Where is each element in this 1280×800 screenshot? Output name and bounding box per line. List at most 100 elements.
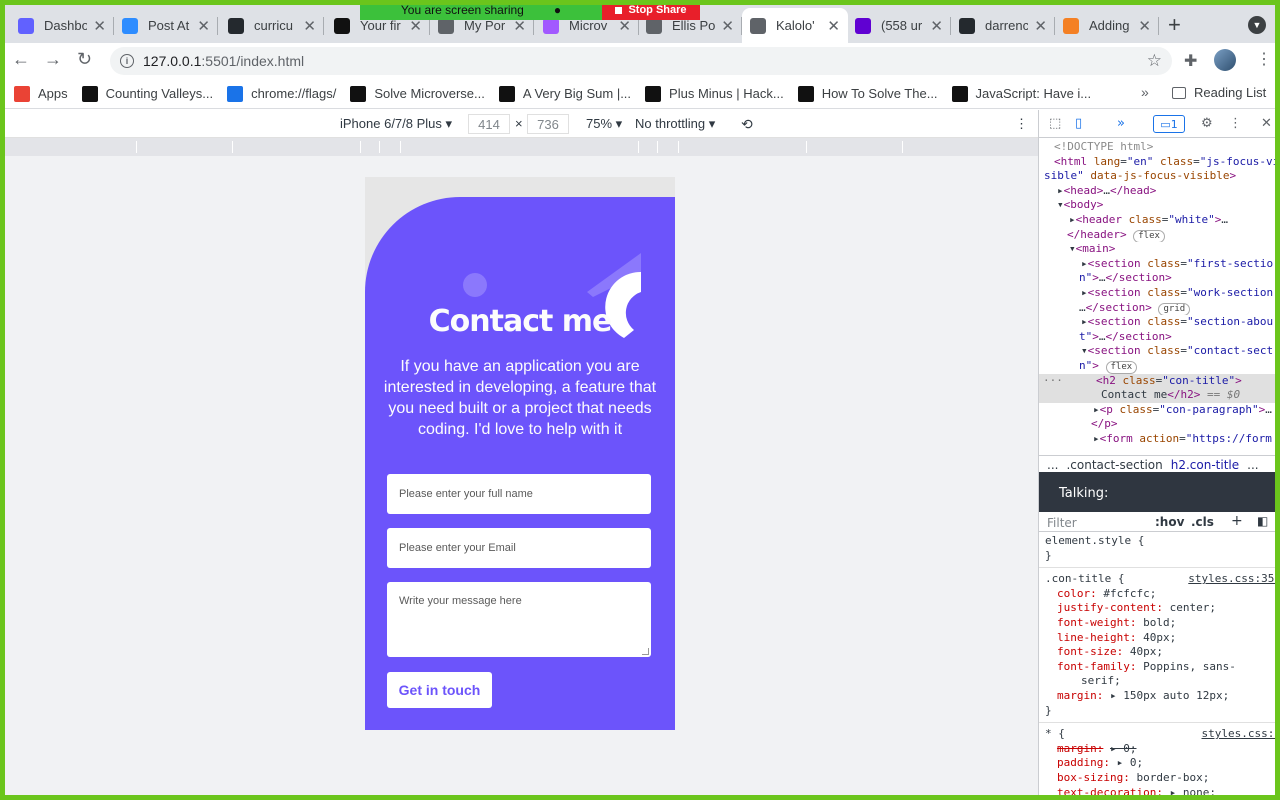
viewport-width-input[interactable]: 414 <box>468 114 510 134</box>
device-select[interactable]: iPhone 6/7/8 Plus ▾ <box>340 116 452 132</box>
close-tab-icon[interactable]: ✕ <box>93 17 106 35</box>
tree-line[interactable]: ▸<header class="white">… <box>1039 213 1280 228</box>
tab-search-icon[interactable]: ▼ <box>1248 16 1266 34</box>
close-tab-icon[interactable]: ✕ <box>1138 17 1151 35</box>
breadcrumb-item[interactable]: ... <box>1047 458 1058 472</box>
profile-avatar[interactable] <box>1214 49 1236 71</box>
forward-arrow-icon[interactable]: → <box>44 49 62 70</box>
zoom-select[interactable]: 75% ▾ <box>586 116 622 132</box>
tab-item[interactable]: darrenc ✕ <box>951 8 1055 43</box>
css-declaration[interactable]: padding: ▸ 0; <box>1039 756 1280 771</box>
breadcrumb-item[interactable]: ... <box>1247 458 1258 472</box>
viewport-height-input[interactable]: 736 <box>527 114 569 134</box>
bookmark-item[interactable]: Solve Microverse... <box>350 85 485 102</box>
bookmark-item[interactable]: JavaScript: Have i... <box>951 85 1091 102</box>
tree-line[interactable]: ▸<section class="work-section <box>1039 286 1280 301</box>
css-declaration[interactable]: box-sizing: border-box; <box>1039 771 1280 786</box>
settings-gear-icon[interactable]: ⚙ <box>1201 116 1213 131</box>
tab-item[interactable]: Post At ✕ <box>114 8 218 43</box>
close-devtools-icon[interactable]: ✕ <box>1261 116 1272 131</box>
css-declaration[interactable]: line-height: 40px; <box>1039 631 1280 646</box>
bookmark-item[interactable]: chrome://flags/ <box>227 85 336 102</box>
issues-badge[interactable]: ▭ 1 <box>1153 115 1185 133</box>
bookmark-item[interactable]: Counting Valleys... <box>81 85 213 102</box>
css-declaration[interactable]: font-family: Poppins, sans- <box>1039 660 1280 675</box>
bookmark-item[interactable]: Plus Minus | Hack... <box>645 85 784 102</box>
reload-icon[interactable]: ↻ <box>77 49 92 70</box>
rule-source-link[interactable]: styles.css:352 <box>1188 572 1280 587</box>
rule-selector[interactable]: .con-title { <box>1045 572 1124 585</box>
new-tab-button[interactable]: + <box>1168 12 1181 38</box>
tab-item[interactable]: Adding ✕ <box>1055 8 1159 43</box>
tab-item[interactable]: Kalolo' ✕ <box>742 8 848 43</box>
inspect-element-icon[interactable]: ⬚ <box>1049 116 1061 131</box>
address-bar[interactable]: i 127.0.0.1 :5501/index.html ☆ <box>110 47 1172 75</box>
tree-line[interactable]: …</section> grid <box>1039 301 1280 316</box>
bookmark-item[interactable]: Apps <box>14 85 68 102</box>
tree-line[interactable]: n"> flex <box>1039 359 1280 374</box>
device-toggle-icon[interactable]: ▯ <box>1075 116 1082 131</box>
tab-item[interactable]: Dashbo ✕ <box>10 8 114 43</box>
close-tab-icon[interactable]: ✕ <box>197 17 210 35</box>
css-declaration[interactable]: font-weight: bold; <box>1039 616 1280 631</box>
tree-line[interactable]: sible" data-js-focus-visible> <box>1039 169 1280 184</box>
css-declaration[interactable]: serif; <box>1039 674 1280 689</box>
css-declaration[interactable]: text-decoration: ▸ none; <box>1039 786 1280 800</box>
cls-toggle[interactable]: .cls <box>1191 515 1214 529</box>
bookmarks-overflow-icon[interactable]: » <box>1141 84 1149 100</box>
tab-item[interactable]: (558 ur ✕ <box>847 8 951 43</box>
message-textarea[interactable]: Write your message here <box>387 582 651 657</box>
tree-line[interactable]: n">…</section> <box>1039 271 1280 286</box>
tree-line-selected[interactable]: ··· <h2 class="con-title"> <box>1039 373 1280 389</box>
css-declaration[interactable]: justify-content: center; <box>1039 601 1280 616</box>
bookmark-star-icon[interactable]: ☆ <box>1147 51 1162 71</box>
tree-line[interactable]: </header> flex <box>1039 228 1280 243</box>
css-declaration[interactable]: margin: ▸ 150px auto 12px; <box>1039 689 1280 704</box>
tree-line[interactable]: ▸<section class="first-sectio <box>1039 257 1280 272</box>
close-tab-icon[interactable]: ✕ <box>930 17 943 35</box>
tree-line[interactable]: ▾<section class="contact-sect <box>1039 344 1280 359</box>
extensions-puzzle-icon[interactable]: ✚ <box>1184 51 1197 71</box>
rule-selector[interactable]: * { <box>1045 727 1065 740</box>
close-tab-icon[interactable]: ✕ <box>303 17 316 35</box>
new-style-rule-icon[interactable]: + <box>1231 513 1243 529</box>
hov-toggle[interactable]: :hov <box>1155 515 1184 529</box>
element-style-rule[interactable]: element.style { <box>1039 534 1280 549</box>
rule-source-link[interactable]: styles.css:3 <box>1202 727 1280 742</box>
tree-line[interactable]: ▸<section class="section-abou <box>1039 315 1280 330</box>
bookmark-item[interactable]: How To Solve The... <box>797 85 938 102</box>
breadcrumb-item[interactable]: .contact-section <box>1066 458 1162 472</box>
tree-line[interactable]: ▸<head>…</head> <box>1039 184 1280 199</box>
tree-line[interactable]: ▸<p class="con-paragraph">… <box>1039 403 1280 418</box>
css-declaration[interactable]: margin: ▸ 0; <box>1039 742 1280 757</box>
tree-line[interactable]: ▾<main> <box>1039 242 1280 257</box>
close-tab-icon[interactable]: ✕ <box>1034 17 1047 35</box>
tree-line[interactable]: <html lang="en" class="js-focus-vi <box>1039 155 1280 170</box>
reading-list-button[interactable]: Reading List <box>1172 85 1266 100</box>
tree-line-selected[interactable]: Contact me</h2> == $0 <box>1039 388 1280 403</box>
tree-line[interactable]: <!DOCTYPE html> <box>1039 140 1280 155</box>
email-input[interactable]: Please enter your Email <box>387 528 651 568</box>
breadcrumb-item[interactable]: h2.con-title <box>1171 458 1239 472</box>
textarea-resize-handle[interactable] <box>642 648 649 655</box>
css-declaration[interactable]: font-size: 40px; <box>1039 645 1280 660</box>
back-arrow-icon[interactable]: ← <box>12 49 30 70</box>
tab-item[interactable]: curricu ✕ <box>220 8 324 43</box>
full-name-input[interactable]: Please enter your full name <box>387 474 651 514</box>
device-toolbar-more-icon[interactable]: ⋮ <box>1015 116 1028 132</box>
devtools-menu-icon[interactable]: ⋮ <box>1229 116 1242 131</box>
close-tab-icon[interactable]: ✕ <box>721 17 734 35</box>
tree-line[interactable]: t">…</section> <box>1039 330 1280 345</box>
chrome-menu-icon[interactable]: ⋮ <box>1256 49 1272 69</box>
media-query-bar[interactable] <box>5 138 1038 156</box>
more-tabs-icon[interactable]: » <box>1117 116 1125 131</box>
styles-filter-input[interactable]: Filter <box>1047 516 1077 530</box>
css-declaration[interactable]: color: #fcfcfc; <box>1039 587 1280 602</box>
tree-line[interactable]: </p> <box>1039 417 1280 432</box>
tree-line[interactable]: ▸<form action="https://form <box>1039 432 1280 447</box>
stop-share-button[interactable]: Stop Share <box>602 0 700 20</box>
toggle-sidebar-icon[interactable]: ◧ <box>1257 514 1268 528</box>
tree-line[interactable]: ▾<body> <box>1039 198 1280 213</box>
info-icon[interactable]: i <box>120 54 134 68</box>
bookmark-item[interactable]: A Very Big Sum |... <box>498 85 631 102</box>
